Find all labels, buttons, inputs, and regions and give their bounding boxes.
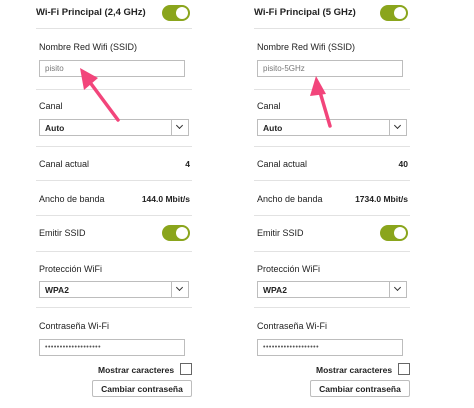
divider (254, 146, 410, 147)
channel-selected-value: Auto (45, 123, 65, 133)
password-label: Contraseña Wi-Fi (257, 321, 328, 331)
show-chars-checkbox[interactable] (398, 363, 410, 375)
broadcast-ssid-label: Emitir SSID (257, 228, 304, 238)
divider (36, 28, 192, 29)
divider (36, 251, 192, 252)
bandwidth-value: 144.0 Mbit/s (141, 194, 190, 204)
channel-label: Canal (257, 101, 281, 111)
toggle-knob (394, 7, 406, 19)
change-password-button[interactable]: Cambiar contraseña (310, 380, 410, 397)
chevron-down-icon[interactable] (171, 120, 188, 135)
chevron-down-icon[interactable] (171, 282, 188, 297)
toggle-knob (176, 227, 188, 239)
protection-selected-value: WPA2 (263, 285, 287, 295)
divider (36, 215, 192, 216)
current-channel-label: Canal actual (257, 159, 308, 169)
wifi-panel-5ghz: Wi-Fi Principal (5 GHz) Nombre Red Wifi … (254, 0, 410, 408)
current-channel-value: 40 (398, 159, 408, 169)
password-input[interactable] (39, 339, 185, 356)
panel-title: Wi-Fi Principal (5 GHz) (254, 7, 356, 18)
wifi-enable-toggle[interactable] (162, 5, 190, 21)
divider (254, 215, 410, 216)
annotation-arrow-icon (310, 76, 332, 128)
broadcast-ssid-toggle[interactable] (162, 225, 190, 241)
annotation-arrow-icon (80, 68, 120, 122)
change-password-button[interactable]: Cambiar contraseña (92, 380, 192, 397)
ssid-label: Nombre Red Wifi (SSID) (257, 42, 356, 52)
password-input[interactable] (257, 339, 403, 356)
protection-select[interactable]: WPA2 (39, 281, 189, 298)
show-chars-label: Mostrar caracteres (98, 365, 175, 375)
panel-header: Wi-Fi Principal (2,4 GHz) (36, 0, 192, 28)
show-chars-label: Mostrar caracteres (316, 365, 393, 375)
divider (36, 180, 192, 181)
toggle-knob (394, 227, 406, 239)
broadcast-ssid-label: Emitir SSID (39, 228, 86, 238)
divider (254, 28, 410, 29)
password-label: Contraseña Wi-Fi (39, 321, 110, 331)
wifi-panel-24ghz: Wi-Fi Principal (2,4 GHz) Nombre Red Wif… (36, 0, 192, 408)
bandwidth-value: 1734.0 Mbit/s (355, 194, 408, 204)
current-channel-value: 4 (185, 159, 190, 169)
channel-label: Canal (39, 101, 63, 111)
divider (254, 180, 410, 181)
wifi-enable-toggle[interactable] (380, 5, 408, 21)
protection-label: Protección WiFi (39, 264, 103, 274)
bandwidth-label: Ancho de banda (39, 194, 105, 204)
broadcast-ssid-toggle[interactable] (380, 225, 408, 241)
toggle-knob (176, 7, 188, 19)
divider (36, 307, 192, 308)
divider (36, 146, 192, 147)
protection-selected-value: WPA2 (45, 285, 69, 295)
ssid-label: Nombre Red Wifi (SSID) (39, 42, 138, 52)
panel-title: Wi-Fi Principal (2,4 GHz) (36, 7, 146, 18)
divider (254, 251, 410, 252)
chevron-down-icon[interactable] (389, 120, 406, 135)
panel-header: Wi-Fi Principal (5 GHz) (254, 0, 410, 28)
bandwidth-label: Ancho de banda (257, 194, 323, 204)
divider (254, 307, 410, 308)
chevron-down-icon[interactable] (389, 282, 406, 297)
protection-label: Protección WiFi (257, 264, 321, 274)
show-chars-checkbox[interactable] (180, 363, 192, 375)
protection-select[interactable]: WPA2 (257, 281, 407, 298)
channel-selected-value: Auto (263, 123, 283, 133)
current-channel-label: Canal actual (39, 159, 90, 169)
